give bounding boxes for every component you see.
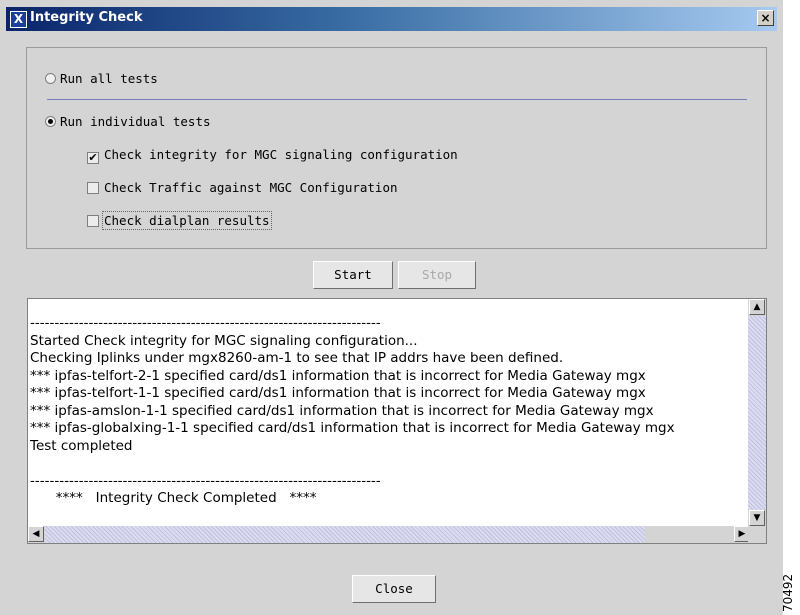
check-traffic-checkbox[interactable]: Check Traffic against MGC Configuration [87, 180, 398, 195]
results-log[interactable]: ----------------------------------------… [27, 298, 767, 544]
radio-unselected-icon [45, 73, 56, 84]
scroll-up-icon[interactable]: ▲ [749, 299, 765, 315]
log-line: *** ipfas-telfort-1-1 specified card/ds1… [30, 385, 646, 401]
radio-selected-icon [45, 116, 56, 127]
start-button[interactable]: Start [313, 261, 393, 289]
run-individual-tests-label: Run individual tests [60, 114, 211, 129]
title-bar[interactable]: X Integrity Check × [6, 7, 777, 31]
test-options-panel: Run all tests Run individual tests ✔ Chec… [26, 47, 767, 249]
vertical-scrollbar[interactable]: ▲ ▼ [748, 299, 766, 527]
integrity-check-window: X Integrity Check × Run all tests Run in… [0, 0, 783, 615]
horizontal-scroll-thumb[interactable] [45, 526, 645, 543]
vertical-scroll-thumb[interactable] [748, 316, 766, 510]
stop-button[interactable]: Stop [398, 261, 476, 289]
scroll-corner [748, 526, 766, 543]
log-line: ----------------------------------------… [30, 315, 381, 331]
figure-id: 70492 [781, 573, 795, 612]
check-dialplan-label: Check dialplan results [102, 211, 272, 230]
run-all-tests-label: Run all tests [60, 71, 158, 86]
log-line: ----------------------------------------… [30, 472, 381, 489]
scroll-left-icon[interactable]: ◀ [28, 526, 44, 542]
close-button[interactable]: Close [352, 575, 436, 603]
run-all-tests-radio[interactable]: Run all tests [45, 71, 158, 86]
checkbox-unchecked-icon [87, 182, 99, 194]
log-line: *** ipfas-globalxing-1-1 specified card/… [30, 420, 675, 436]
log-line: **** Integrity Check Completed **** [30, 490, 317, 506]
log-line: Test completed [30, 437, 133, 454]
log-line: *** ipfas-telfort-2-1 specified card/ds1… [30, 367, 646, 384]
checkbox-unchecked-icon [87, 215, 99, 227]
divider [47, 99, 747, 100]
window-title: Integrity Check [30, 10, 143, 25]
check-traffic-label: Check Traffic against MGC Configuration [104, 180, 398, 195]
log-line: *** ipfas-amslon-1-1 specified card/ds1 … [30, 402, 654, 419]
check-mgc-signaling-checkbox[interactable]: ✔ Check integrity for MGC signaling confi… [87, 147, 458, 164]
log-line: Started Check integrity for MGC signalin… [30, 332, 418, 349]
checkbox-checked-icon: ✔ [87, 151, 99, 164]
app-icon: X [10, 11, 27, 28]
check-mgc-signaling-label: Check integrity for MGC signaling config… [104, 147, 458, 162]
log-text-area: ----------------------------------------… [30, 315, 746, 527]
horizontal-scrollbar[interactable]: ◀ ▶ [28, 526, 750, 543]
close-window-icon[interactable]: × [757, 10, 774, 26]
run-individual-tests-radio[interactable]: Run individual tests [45, 114, 211, 129]
scroll-down-icon[interactable]: ▼ [749, 510, 765, 526]
check-dialplan-checkbox[interactable]: Check dialplan results [87, 211, 272, 230]
log-line: Checking Iplinks under mgx8260-am-1 to s… [30, 350, 564, 366]
